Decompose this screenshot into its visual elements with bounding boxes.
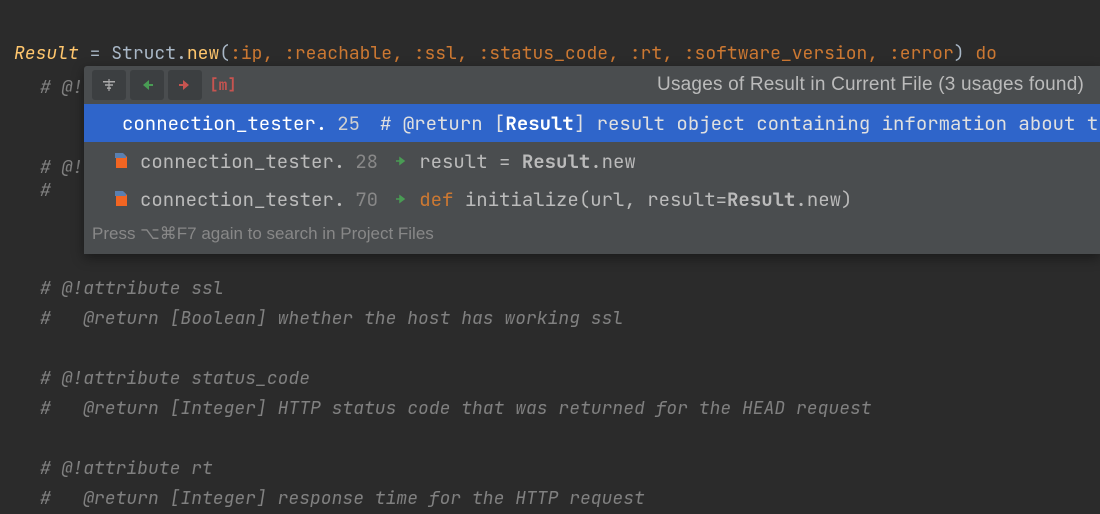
find-usages-popup: [m] Usages of Result in Current File (3 … [84,66,1100,254]
struct-arguments: :ip, :reachable, :ssl, :status_code, :rt… [230,42,954,65]
code-snippet: def initialize(url, result=Result.new) [419,187,852,212]
line-number: 70 [355,187,383,212]
arrow-right-red-icon [177,77,193,93]
popup-footer-hint: Press ⌥⌘F7 again to search in Project Fi… [84,218,1100,254]
symbol: :status_code [479,42,609,65]
code-snippet: # @return [Result] result object contain… [380,111,1100,136]
symbol: :ip [230,42,262,65]
jump-arrow-icon [393,191,409,207]
pin-icon: [m] [209,75,236,95]
comment-fragment-1: # @! [40,76,83,99]
symbol: :error [889,42,954,65]
symbol: :rt [630,42,662,65]
file-name: connection_tester. [140,149,345,174]
code-snippet: result = Result.new [419,149,636,174]
ruby-file-icon [112,190,130,208]
identifier-result: Result [14,42,79,65]
usage-row[interactable]: connection_tester. 28 result = Result.new [84,142,1100,180]
next-occurrence-button[interactable] [168,70,202,100]
usage-results-list: connection_tester. 25 # @return [Result] r… [84,104,1100,218]
pin-button[interactable]: [m] [206,70,240,100]
symbol: :software_version [684,42,868,65]
comment-block: # @!attribute ssl # @return [Boolean] wh… [40,244,872,514]
settings-button[interactable] [92,70,126,100]
code-line-result-struct: Result = Struct.new(:ip, :reachable, :ss… [14,42,997,65]
symbol: :ssl [414,42,457,65]
usage-row[interactable]: connection_tester. 25 # @return [Result] r… [84,104,1100,142]
popup-toolbar: [m] Usages of Result in Current File (3 … [84,66,1100,104]
arrow-left-green-icon [139,77,155,93]
comment-fragment-2: # @!# [40,156,83,202]
prev-occurrence-button[interactable] [130,70,164,100]
file-name: connection_tester. [140,187,345,212]
usage-row[interactable]: connection_tester. 70 def initialize(url, … [84,180,1100,218]
line-number: 28 [355,149,383,174]
ruby-file-icon [112,152,130,170]
jump-arrow-icon [393,153,409,169]
file-name: connection_tester. [122,111,327,136]
symbol: :reachable [284,42,392,65]
settings-icon [101,77,117,93]
popup-title: Usages of Result in Current File (3 usag… [244,74,1092,96]
line-number: 25 [337,111,360,136]
